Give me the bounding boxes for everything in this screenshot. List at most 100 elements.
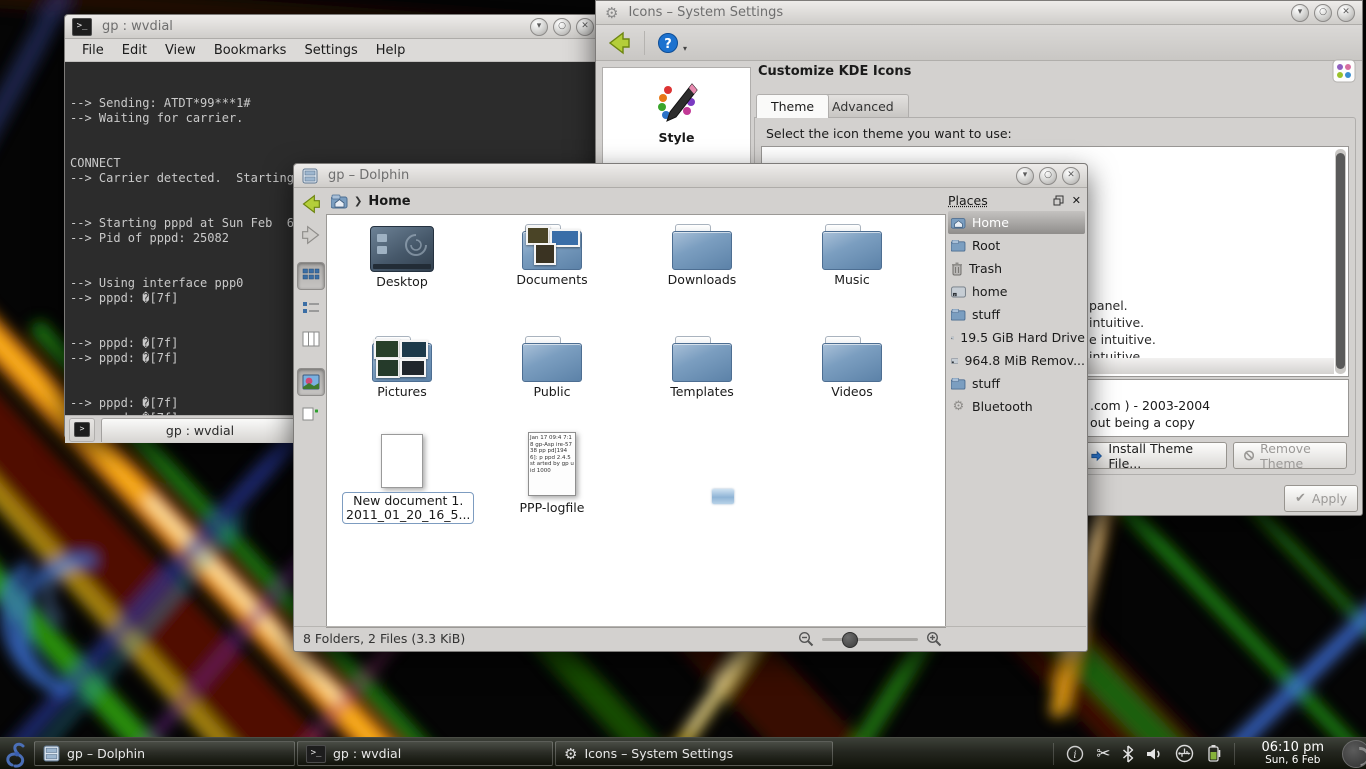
file-item[interactable]: Public	[492, 332, 612, 399]
preview-button[interactable]	[297, 368, 325, 396]
check-icon: ✔	[1295, 491, 1306, 506]
forward-button[interactable]	[298, 222, 324, 248]
install-theme-button[interactable]: Install Theme File...	[1079, 442, 1227, 469]
menu-view[interactable]: View	[156, 41, 205, 60]
help-icon[interactable]: ?	[657, 32, 679, 54]
icons-view-button[interactable]	[297, 262, 325, 290]
maximize-icon[interactable]: ○	[1039, 167, 1057, 185]
menu-file[interactable]: File	[73, 41, 113, 60]
task-system-settings[interactable]: ⚙ Icons – System Settings	[555, 741, 833, 766]
svg-text:i: i	[1074, 750, 1077, 761]
sidebar-item-style[interactable]: Style	[603, 68, 750, 145]
close-icon[interactable]: ✕	[1337, 4, 1355, 22]
file-item[interactable]: Documents	[492, 220, 612, 287]
terminal-tab[interactable]: gp : wvdial	[101, 418, 299, 442]
launcher-logo-icon[interactable]	[2, 740, 32, 768]
new-tab-button[interactable]: >	[69, 418, 95, 442]
maximize-icon[interactable]: ○	[553, 18, 571, 36]
syssettings-titlebar[interactable]: ⚙ Icons – System Settings ▾ ○ ✕	[596, 1, 1362, 25]
notifications-info-icon[interactable]: i	[1066, 745, 1084, 763]
breadcrumb-separator-icon: ❯	[354, 196, 362, 207]
back-icon[interactable]	[606, 31, 632, 55]
gear-icon: ⚙	[605, 4, 618, 22]
task-terminal[interactable]: >_ gp : wvdial	[297, 741, 553, 766]
menu-settings[interactable]: Settings	[295, 41, 366, 60]
hard-drive-icon: z	[951, 286, 966, 298]
render-artifact	[712, 489, 734, 504]
folder-icon	[951, 378, 966, 390]
minimize-icon[interactable]: ▾	[1016, 167, 1034, 185]
scrollbar[interactable]	[1335, 149, 1346, 374]
breadcrumb-home[interactable]: Home	[368, 194, 410, 209]
home-folder-icon[interactable]	[331, 194, 348, 209]
file-item[interactable]: Pictures	[342, 332, 462, 399]
chevron-down-icon: ▾	[683, 44, 687, 53]
selected-file-label: New document 1. 2011_01_20_16_5...	[342, 492, 474, 524]
panel-cashew-icon[interactable]	[1342, 740, 1366, 768]
float-panel-icon[interactable]	[1053, 195, 1064, 206]
klipper-scissors-icon[interactable]: ✂	[1096, 744, 1110, 764]
zoom-slider-handle[interactable]	[842, 632, 858, 648]
zoom-slider[interactable]	[822, 638, 918, 641]
file-item[interactable]: Jan 17 09:4 7:18 gp-Asp ire-5738 pp pd[1…	[492, 432, 612, 515]
zoom-out-icon[interactable]	[798, 631, 814, 647]
folder-icon	[822, 336, 882, 382]
close-panel-icon[interactable]: ✕	[1072, 194, 1081, 207]
place-home[interactable]: Home	[948, 211, 1085, 234]
terminal-titlebar[interactable]: >_ gp : wvdial ▾ ○ ✕	[65, 15, 601, 39]
menu-bookmarks[interactable]: Bookmarks	[205, 41, 296, 60]
desktop-folder-icon	[370, 226, 434, 272]
details-view-button[interactable]	[298, 295, 324, 321]
select-theme-label: Select the icon theme you want to use:	[766, 126, 1012, 141]
folder-icon	[822, 224, 882, 270]
apply-button[interactable]: ✔ Apply	[1284, 485, 1358, 512]
battery-icon[interactable]	[1206, 744, 1222, 763]
place-hard-drive[interactable]: 19.5 GiB Hard Drive	[948, 326, 1085, 349]
style-palette-icon	[654, 80, 700, 126]
hard-drive-icon	[951, 332, 954, 344]
theme-list-item[interactable]: intuitive.	[1089, 315, 1144, 330]
file-item[interactable]: Templates	[642, 332, 762, 399]
theme-list-item[interactable]: panel.	[1089, 298, 1128, 313]
place-stuff[interactable]: stuff	[948, 303, 1085, 326]
close-icon[interactable]: ✕	[1062, 167, 1080, 185]
svg-text:?: ?	[664, 37, 672, 52]
removable-drive-icon	[951, 355, 958, 367]
place-home-partition[interactable]: z home	[948, 280, 1085, 303]
file-item[interactable]: Downloads	[642, 220, 762, 287]
menu-help[interactable]: Help	[367, 41, 415, 60]
place-removable[interactable]: 964.8 MiB Remov...	[948, 349, 1085, 372]
close-icon[interactable]: ✕	[576, 18, 594, 36]
folder-icon	[672, 224, 732, 270]
bluetooth-icon[interactable]	[1122, 745, 1134, 763]
place-root[interactable]: Root	[948, 234, 1085, 257]
theme-list-item[interactable]: e intuitive.	[1089, 332, 1156, 347]
place-bluetooth[interactable]: ⚙ Bluetooth	[948, 395, 1085, 418]
file-item-selected[interactable]: New document 1. 2011_01_20_16_5...	[342, 432, 462, 524]
file-item[interactable]: Desktop	[342, 220, 462, 289]
usb-device-icon[interactable]	[1175, 744, 1194, 763]
clock[interactable]: 06:10 pm Sun, 6 Feb	[1261, 741, 1324, 767]
file-item[interactable]: Videos	[792, 332, 912, 399]
columns-view-button[interactable]	[298, 326, 324, 352]
dolphin-titlebar[interactable]: gp – Dolphin ▾ ○ ✕	[294, 164, 1087, 188]
tab-advanced[interactable]: Advanced	[817, 94, 909, 118]
split-view-button[interactable]	[298, 401, 324, 427]
volume-icon[interactable]	[1146, 746, 1163, 762]
zoom-in-icon[interactable]	[926, 631, 942, 647]
tab-theme[interactable]: Theme	[756, 94, 829, 118]
dolphin-statusbar: 8 Folders, 2 Files (3.3 KiB)	[294, 626, 1086, 650]
place-trash[interactable]: Trash	[948, 257, 1085, 280]
preview-icon	[302, 374, 320, 390]
place-stuff-2[interactable]: stuff	[948, 372, 1085, 395]
minimize-icon[interactable]: ▾	[530, 18, 548, 36]
back-button[interactable]	[298, 191, 324, 217]
task-dolphin[interactable]: gp – Dolphin	[34, 741, 295, 766]
dolphin-window: gp – Dolphin ▾ ○ ✕ ❯ Home	[293, 163, 1088, 652]
menu-edit[interactable]: Edit	[113, 41, 156, 60]
remove-theme-button[interactable]: Remove Theme	[1233, 442, 1347, 469]
maximize-icon[interactable]: ○	[1314, 4, 1332, 22]
details-view-icon	[302, 300, 320, 316]
minimize-icon[interactable]: ▾	[1291, 4, 1309, 22]
file-item[interactable]: Music	[792, 220, 912, 287]
